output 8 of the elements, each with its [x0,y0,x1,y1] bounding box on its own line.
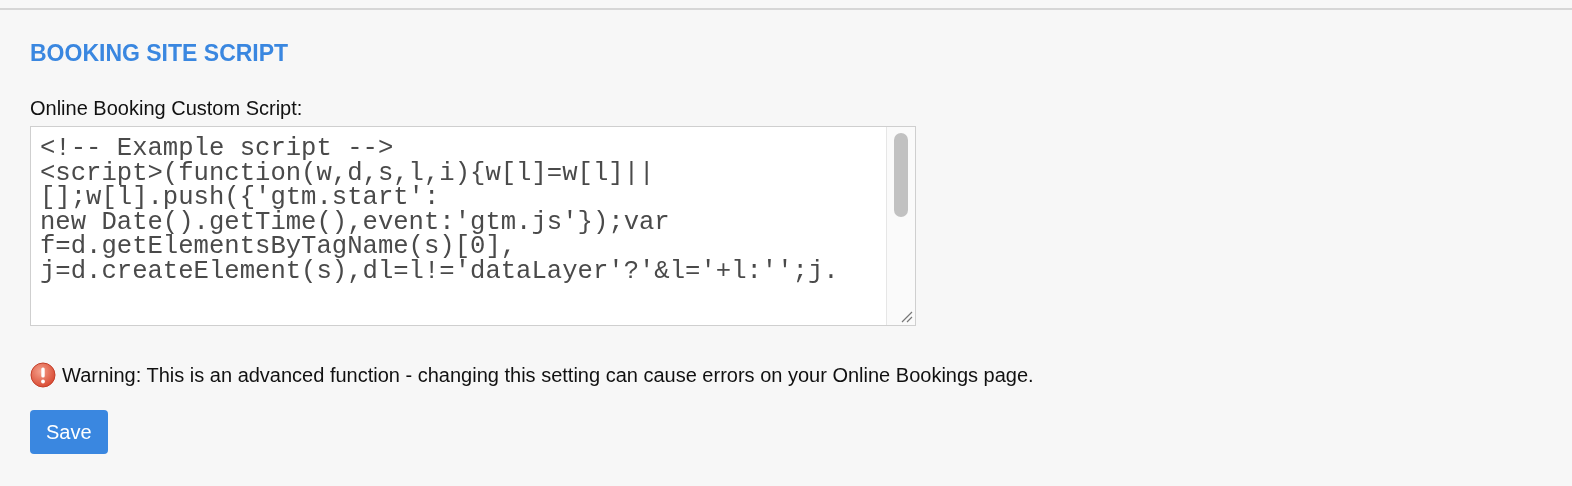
resize-handle-icon[interactable] [899,309,913,323]
save-button[interactable]: Save [30,410,108,454]
script-field[interactable]: <!-- Example script --> <script>(function(w,d,s,l,i){w[l]=w[l]|| [];w[l].push({'gtm.start': new Date().getTime(),event:'gtm.js'});var f=d.getElementsByTagName(s)[0], j=d.createElement(s),dl=l!='dataLayer'?'&l='+l:'';j. [30,126,916,326]
warning-icon [30,362,56,388]
warning-message: Warning: This is an advanced function - changing this setting can cause errors on your Online Bookings page. [62,363,1034,387]
section-title: BOOKING SITE SCRIPT [30,39,290,68]
field-label: Online Booking Custom Script: [30,96,304,120]
scrollbar-thumb[interactable] [894,133,908,217]
